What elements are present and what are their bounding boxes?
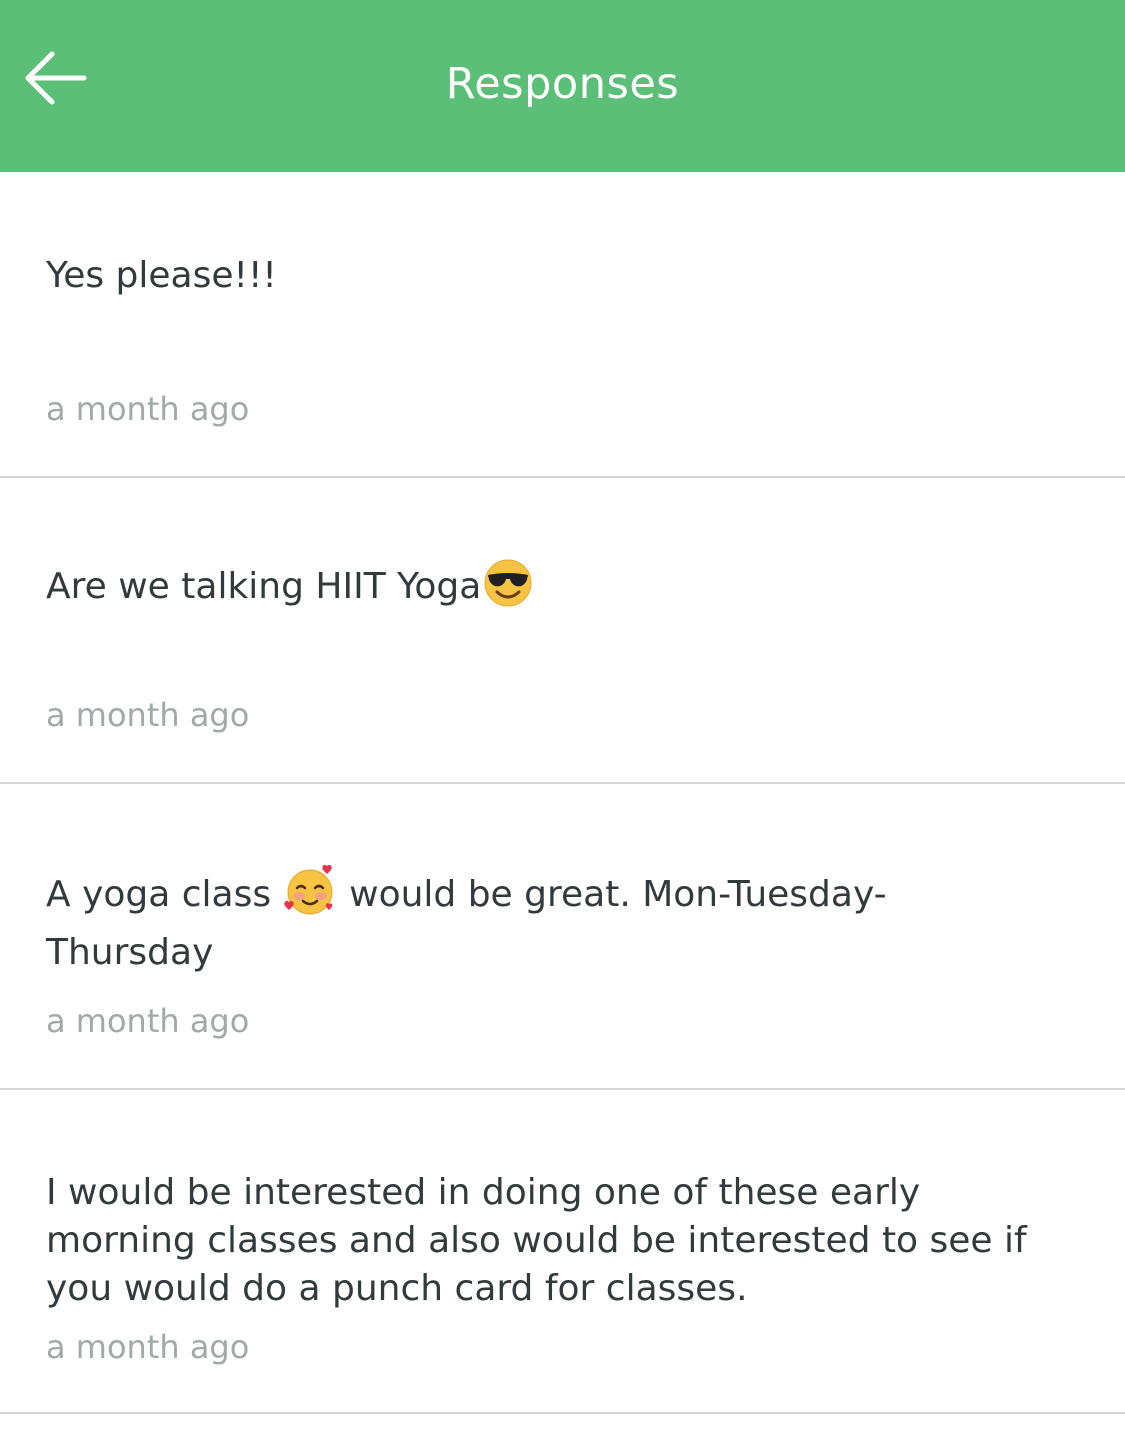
response-text: Yes please!!! bbox=[46, 255, 277, 296]
smiling-face-with-hearts-icon bbox=[283, 864, 337, 929]
list-item: I would be interested in doing one of th… bbox=[0, 1090, 1125, 1414]
list-item: Are we talking HIIT Yoga a month ago bbox=[0, 478, 1125, 784]
response-text-line: you would do a punch card for classes. bbox=[46, 1268, 748, 1309]
response-timestamp: a month ago bbox=[46, 1002, 250, 1040]
response-text-part: would be great. Mon-Tuesday- bbox=[349, 874, 887, 915]
response-timestamp: a month ago bbox=[46, 696, 250, 734]
response-timestamp: a month ago bbox=[46, 1328, 250, 1366]
response-text: A yoga class would be great. Mon-Tuesday… bbox=[46, 864, 1085, 977]
response-text-part: A yoga class bbox=[46, 874, 272, 915]
response-text-part: Thursday bbox=[46, 932, 214, 973]
response-timestamp: a month ago bbox=[46, 390, 250, 428]
response-text: Are we talking HIIT Yoga bbox=[46, 558, 1085, 621]
response-text: I would be interested in doing one of th… bbox=[46, 1169, 1085, 1313]
response-text-part: Are we talking HIIT Yoga bbox=[46, 566, 482, 607]
response-text-line: I would be interested in doing one of th… bbox=[46, 1172, 921, 1213]
list-item: Yes please!!! a month ago bbox=[0, 172, 1125, 478]
app-header: Responses bbox=[0, 0, 1125, 172]
list-item: A yoga class would be great. Mon-Tuesday… bbox=[0, 784, 1125, 1090]
smiling-face-with-sunglasses-icon bbox=[483, 558, 533, 621]
page-title: Responses bbox=[445, 59, 680, 109]
response-text-line: morning classes and also would be intere… bbox=[46, 1220, 1027, 1261]
